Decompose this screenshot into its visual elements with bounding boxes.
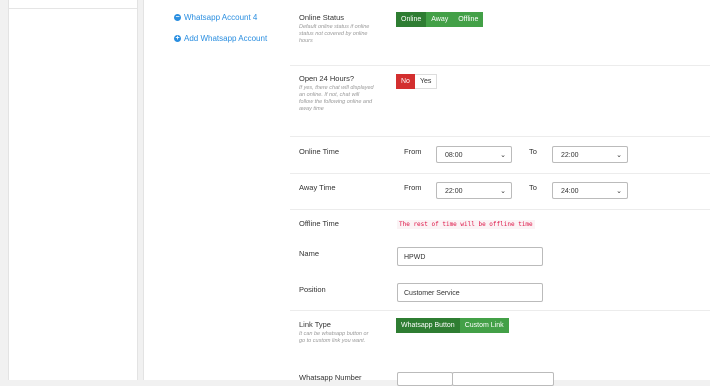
open-24-yes-button[interactable]: Yes [414, 74, 438, 89]
chevron-down-icon: ⌄ [500, 152, 506, 159]
online-to-label: To [529, 147, 537, 156]
help-line: hours [299, 38, 313, 44]
link-type-label: Link Type [299, 320, 331, 329]
chevron-down-icon: ⌄ [616, 152, 622, 159]
divider [290, 65, 710, 66]
help-line: an online. If not, chat will [299, 92, 360, 98]
sidebar [0, 0, 143, 380]
add-account-label: Add Whatsapp Account [184, 34, 268, 43]
link-type-whatsapp-button[interactable]: Whatsapp Button [396, 318, 460, 333]
help-line: follow the following online and [299, 99, 373, 105]
online-status-toggle[interactable]: Online Away Offline [396, 12, 484, 27]
status-offline-button[interactable]: Offline [453, 12, 484, 27]
status-away-button[interactable]: Away [426, 12, 454, 27]
whatsapp-number-input[interactable] [452, 372, 554, 386]
online-status-label: Online Status [299, 13, 345, 22]
open-24-label: Open 24 Hours? [299, 74, 355, 83]
account-item-4[interactable]: − Whatsapp Account 4 [174, 13, 257, 22]
chevron-down-icon: ⌄ [500, 188, 506, 195]
help-line: It can be whatsapp button or [299, 331, 369, 337]
divider [290, 209, 710, 210]
online-from-label: From [404, 147, 422, 156]
away-to-value: 24:00 [561, 188, 579, 195]
plus-circle-icon: + [174, 35, 181, 42]
add-account-link[interactable]: + Add Whatsapp Account [174, 34, 267, 43]
help-line: away time [299, 106, 324, 112]
away-from-value: 22:00 [445, 188, 463, 195]
offline-time-note: The rest of time will be offline time [397, 220, 535, 229]
divider [290, 310, 710, 311]
whatsapp-number-label: Whatsapp Number [299, 373, 362, 382]
chevron-down-icon: ⌄ [616, 188, 622, 195]
account-item-label: Whatsapp Account 4 [184, 13, 258, 22]
position-input[interactable]: Customer Service [397, 283, 543, 302]
away-time-label: Away Time [299, 183, 336, 192]
divider [290, 136, 710, 137]
divider [290, 173, 710, 174]
link-type-help: It can be whatsapp button or go to custo… [299, 331, 368, 345]
name-label: Name [299, 249, 320, 258]
away-from-select[interactable]: 22:00 ⌄ [436, 182, 512, 199]
link-type-toggle[interactable]: Whatsapp Button Custom Link [396, 318, 509, 333]
status-online-button[interactable]: Online [396, 12, 427, 27]
open-24-no-button[interactable]: No [396, 74, 415, 89]
divider [9, 8, 137, 9]
help-line: If yes, there chat will displayed [299, 85, 374, 91]
away-to-select[interactable]: 24:00 ⌄ [552, 182, 628, 199]
online-from-value: 08:00 [445, 152, 463, 159]
help-line: status not covered by online [299, 31, 368, 37]
help-line: Default online status if online [299, 24, 370, 30]
position-label: Position [299, 285, 326, 294]
online-status-help: Default online status if online status n… [299, 24, 369, 45]
whatsapp-country-code-input[interactable] [397, 372, 453, 386]
online-to-select[interactable]: 22:00 ⌄ [552, 146, 628, 163]
online-time-label: Online Time [299, 147, 340, 156]
online-from-select[interactable]: 08:00 ⌄ [436, 146, 512, 163]
minus-circle-icon[interactable]: − [174, 14, 181, 21]
online-to-value: 22:00 [561, 152, 579, 159]
sidebar-panel [8, 0, 138, 380]
away-to-label: To [529, 183, 537, 192]
name-input[interactable]: HPWD [397, 247, 543, 266]
offline-time-label: Offline Time [299, 219, 339, 228]
open-24-toggle[interactable]: No Yes [396, 74, 438, 89]
open-24-help: If yes, there chat will displayed an onl… [299, 85, 374, 113]
link-type-custom-button[interactable]: Custom Link [459, 318, 509, 333]
away-from-label: From [404, 183, 422, 192]
help-line: go to custom link you want. [299, 338, 366, 344]
